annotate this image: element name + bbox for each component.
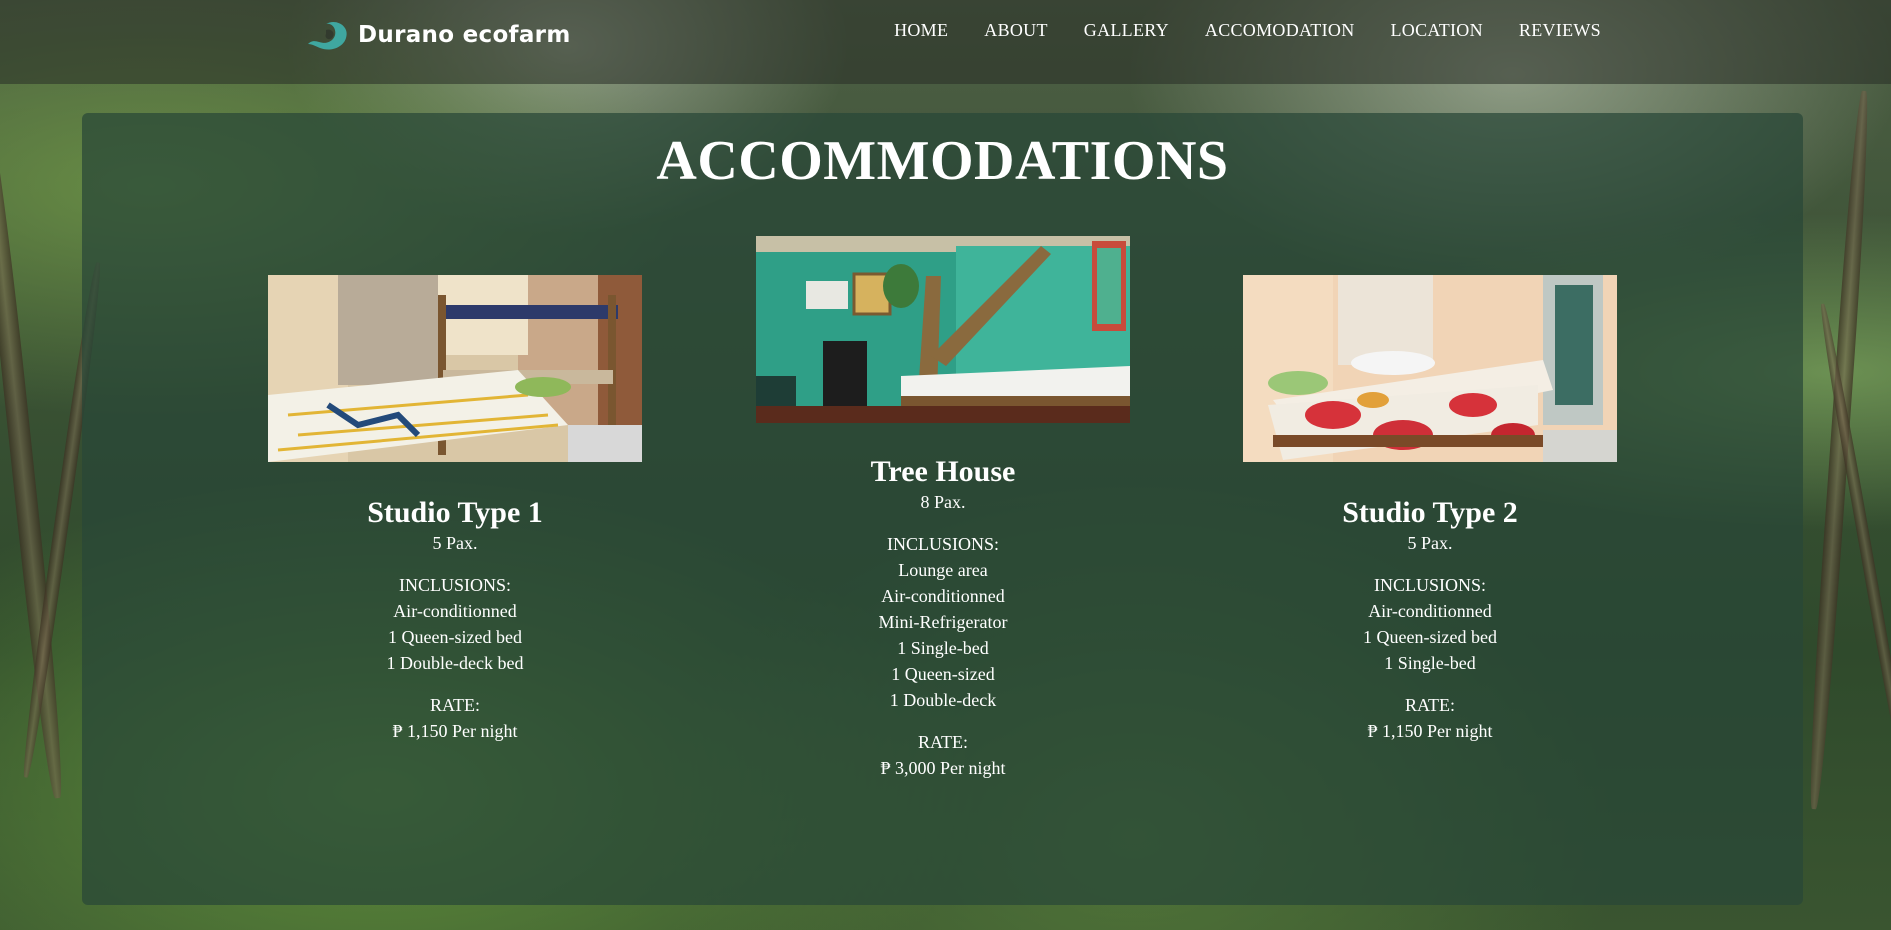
inclusion-item: 1 Single-bed xyxy=(1384,652,1476,673)
rate-label: RATE: xyxy=(429,694,480,715)
section-title: ACCOMMODATIONS xyxy=(656,130,1229,192)
room-photo[interactable] xyxy=(1243,275,1617,462)
inclusion-item: Air-conditionned xyxy=(1368,600,1492,621)
inclusion-item: Mini-Refrigerator xyxy=(878,611,1008,632)
room-photo[interactable] xyxy=(756,236,1130,423)
inclusion-item: 1 Single-bed xyxy=(897,637,989,658)
bedroom-bunk-photo-icon xyxy=(268,275,642,462)
room-capacity: 5 Pax. xyxy=(432,532,478,553)
room-name: Studio Type 2 xyxy=(1342,496,1518,529)
inclusion-item: 1 Queen-sized bed xyxy=(1363,626,1497,647)
inclusion-item: 1 Double-deck xyxy=(889,689,997,710)
room-name: Tree House xyxy=(870,455,1016,488)
nav-gallery[interactable]: GALLERY xyxy=(1084,20,1169,41)
top-navbar: Durano ecofarm HOME ABOUT GALLERY ACCOMO… xyxy=(0,0,1891,84)
room-card-tree-house: Tree House 8 Pax. INCLUSIONS: Lounge are… xyxy=(756,236,1130,781)
room-name: Studio Type 1 xyxy=(367,496,543,529)
nav-home[interactable]: HOME xyxy=(894,20,948,41)
inclusion-item: 1 Queen-sized xyxy=(891,663,995,684)
nav-location[interactable]: LOCATION xyxy=(1391,20,1483,41)
tree-house-photo-icon xyxy=(756,236,1130,423)
brand-name: Durano ecofarm xyxy=(358,22,571,48)
rate-label: RATE: xyxy=(1404,694,1455,715)
room-capacity: 5 Pax. xyxy=(1407,532,1453,553)
room-card-studio-1: Studio Type 1 5 Pax. INCLUSIONS: Air-con… xyxy=(268,275,642,744)
nav-about[interactable]: ABOUT xyxy=(984,20,1048,41)
room-capacity: 8 Pax. xyxy=(920,491,966,512)
inclusion-item: Air-conditionned xyxy=(881,585,1005,606)
bedroom-double-photo-icon xyxy=(1243,275,1617,462)
page: Durano ecofarm HOME ABOUT GALLERY ACCOMO… xyxy=(0,0,1891,930)
room-card-studio-2: Studio Type 2 5 Pax. INCLUSIONS: Air-con… xyxy=(1243,275,1617,744)
inclusion-item: Lounge area xyxy=(898,559,988,580)
room-rate: ₱ 1,150 Per night xyxy=(392,720,518,741)
nav-accomodation[interactable]: ACCOMODATION xyxy=(1205,20,1355,41)
accommodations-panel: ACCOMMODATIONS Studio Type 1 5 Pax. INCL… xyxy=(82,113,1803,905)
inclusion-item: 1 Double-deck bed xyxy=(386,652,524,673)
inclusions-label: INCLUSIONS: xyxy=(886,533,999,554)
inclusion-item: Air-conditionned xyxy=(393,600,517,621)
inclusions-label: INCLUSIONS: xyxy=(1373,574,1486,595)
wave-logo-icon xyxy=(308,21,347,50)
rate-label: RATE: xyxy=(917,731,968,752)
room-rate: ₱ 3,000 Per night xyxy=(880,757,1006,778)
nav-reviews[interactable]: REVIEWS xyxy=(1519,20,1601,41)
room-rate: ₱ 1,150 Per night xyxy=(1367,720,1493,741)
inclusion-item: 1 Queen-sized bed xyxy=(388,626,522,647)
room-photo[interactable] xyxy=(268,275,642,462)
background-trunk xyxy=(1804,90,1874,810)
inclusions-label: INCLUSIONS: xyxy=(398,574,511,595)
main-nav: HOME ABOUT GALLERY ACCOMODATION LOCATION… xyxy=(894,20,1601,41)
brand-logo[interactable]: Durano ecofarm xyxy=(306,18,571,52)
